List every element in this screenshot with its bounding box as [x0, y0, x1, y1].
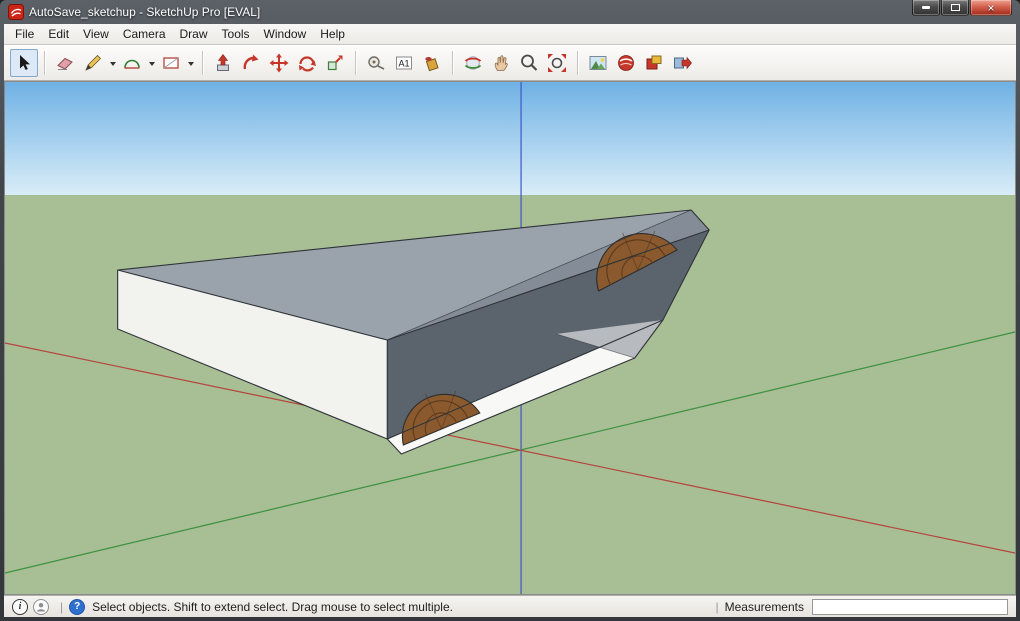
menu-tools[interactable]: Tools: [215, 25, 257, 43]
tape-measure-tool-button[interactable]: [362, 49, 390, 77]
menu-window[interactable]: Window: [257, 25, 314, 43]
rectangle-tool-dropdown[interactable]: [185, 49, 196, 77]
measurements-label: Measurements: [725, 600, 804, 614]
zoom-extents-tool-button[interactable]: [543, 49, 571, 77]
share-model-icon: [644, 53, 664, 73]
menu-camera[interactable]: Camera: [116, 25, 173, 43]
geolocation-status-button[interactable]: i: [12, 599, 28, 615]
eraser-icon: [55, 53, 75, 73]
3d-viewport[interactable]: [5, 82, 1015, 594]
measurements-input[interactable]: [812, 599, 1008, 615]
eraser-tool-button[interactable]: [51, 49, 79, 77]
menu-view[interactable]: View: [76, 25, 116, 43]
chevron-down-icon: [188, 62, 194, 69]
maximize-icon: [951, 4, 960, 11]
export-tool-button[interactable]: [668, 49, 696, 77]
share-model-tool-button[interactable]: [640, 49, 668, 77]
menu-file[interactable]: File: [8, 25, 41, 43]
status-message: Select objects. Shift to extend select. …: [92, 600, 453, 614]
close-icon: ×: [987, 2, 994, 14]
get-models-icon: [616, 53, 636, 73]
add-location-tool-button[interactable]: [584, 49, 612, 77]
scale-icon: [325, 53, 345, 73]
sketchup-window: AutoSave_sketchup - SketchUp Pro [EVAL] …: [0, 0, 1020, 621]
move-icon: [269, 53, 289, 73]
push-pull-icon: [213, 53, 233, 73]
toolbar: A1: [4, 45, 1016, 81]
menu-help[interactable]: Help: [313, 25, 352, 43]
scale-tool-button[interactable]: [321, 49, 349, 77]
chevron-down-icon: [110, 62, 116, 69]
titlebar[interactable]: AutoSave_sketchup - SketchUp Pro [EVAL] …: [4, 0, 1016, 24]
maximize-button[interactable]: [941, 0, 969, 16]
menubar: File Edit View Camera Draw Tools Window …: [4, 24, 1016, 45]
question-icon: ?: [74, 601, 80, 612]
pan-tool-button[interactable]: [487, 49, 515, 77]
statusbar-separator: |: [716, 600, 719, 614]
rectangle-icon: [161, 53, 181, 73]
viewport-frame: [4, 81, 1016, 595]
claim-credit-button[interactable]: [33, 599, 49, 615]
statusbar: i | ? Select objects. Shift to extend se…: [4, 595, 1016, 617]
rotate-icon: [297, 53, 317, 73]
dimension-text-icon: A1: [394, 53, 414, 73]
minimize-button[interactable]: [912, 0, 940, 16]
toolbar-separator: [355, 51, 356, 75]
info-icon: i: [19, 601, 22, 612]
toolbar-separator: [202, 51, 203, 75]
dimension-text-tool-button[interactable]: A1: [390, 49, 418, 77]
export-icon: [672, 53, 692, 73]
window-title: AutoSave_sketchup - SketchUp Pro [EVAL]: [29, 5, 260, 19]
arc-tool-dropdown[interactable]: [146, 49, 157, 77]
zoom-extents-icon: [547, 53, 567, 73]
get-models-tool-button[interactable]: [612, 49, 640, 77]
line-tool-button[interactable]: [79, 49, 107, 77]
zoom-magnifier-icon: [519, 53, 539, 73]
pan-hand-icon: [491, 53, 511, 73]
help-button[interactable]: ?: [69, 599, 85, 615]
menu-edit[interactable]: Edit: [41, 25, 76, 43]
move-tool-button[interactable]: [265, 49, 293, 77]
select-arrow-icon: [14, 53, 34, 73]
person-icon: [36, 602, 46, 612]
rectangle-tool-button[interactable]: [157, 49, 185, 77]
follow-me-icon: [241, 53, 261, 73]
pencil-icon: [83, 53, 103, 73]
orbit-tool-button[interactable]: [459, 49, 487, 77]
select-tool-button[interactable]: [10, 49, 38, 77]
arc-icon: [122, 53, 142, 73]
chevron-down-icon: [149, 62, 155, 69]
sketchup-logo-icon: [8, 4, 24, 20]
sky: [5, 82, 1015, 195]
close-button[interactable]: ×: [970, 0, 1012, 16]
statusbar-separator: |: [60, 600, 63, 614]
zoom-tool-button[interactable]: [515, 49, 543, 77]
tape-measure-icon: [366, 53, 386, 73]
menu-draw[interactable]: Draw: [173, 25, 215, 43]
add-location-icon: [588, 53, 608, 73]
rotate-tool-button[interactable]: [293, 49, 321, 77]
toolbar-separator: [577, 51, 578, 75]
line-tool-dropdown[interactable]: [107, 49, 118, 77]
orbit-icon: [463, 53, 483, 73]
follow-me-tool-button[interactable]: [237, 49, 265, 77]
dimension-text-label: A1: [398, 59, 409, 69]
minimize-icon: [922, 6, 930, 9]
paint-bucket-tool-button[interactable]: [418, 49, 446, 77]
push-pull-tool-button[interactable]: [209, 49, 237, 77]
toolbar-separator: [452, 51, 453, 75]
paint-bucket-icon: [422, 53, 442, 73]
toolbar-separator: [44, 51, 45, 75]
arc-tool-button[interactable]: [118, 49, 146, 77]
window-controls: ×: [911, 0, 1012, 16]
